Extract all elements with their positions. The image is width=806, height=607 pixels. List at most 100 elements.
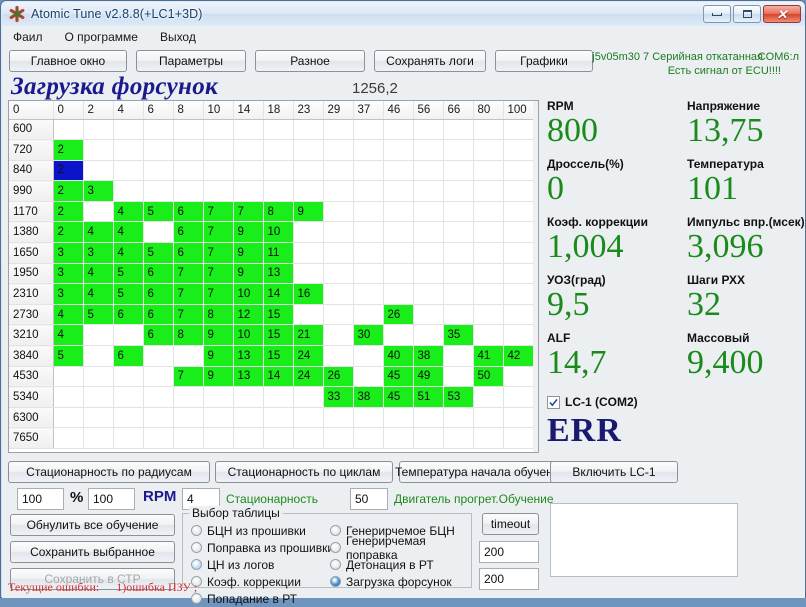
grid-cell-empty[interactable]: [473, 324, 504, 347]
grid-cell-empty[interactable]: [383, 201, 414, 223]
row-header[interactable]: 990: [9, 180, 54, 202]
grid-cell-empty[interactable]: [503, 304, 534, 326]
grid-cell-empty[interactable]: [413, 201, 444, 223]
grid-cell-filled[interactable]: 3: [53, 263, 84, 285]
grid-cell-filled[interactable]: 2: [53, 180, 84, 202]
grid-cell-empty[interactable]: [353, 407, 384, 429]
grid-cell-filled[interactable]: 9: [203, 366, 234, 388]
grid-cell-filled[interactable]: 4: [83, 263, 114, 285]
grid-cell-empty[interactable]: [413, 407, 444, 429]
grid-cell-filled[interactable]: 14: [263, 366, 294, 388]
grid-cell-empty[interactable]: [143, 427, 174, 449]
grid-cell-empty[interactable]: [323, 304, 354, 326]
row-header[interactable]: 720: [9, 139, 54, 161]
grid-cell-empty[interactable]: [173, 407, 204, 429]
grid-cell-empty[interactable]: [383, 221, 414, 244]
grid-cell-filled[interactable]: 4: [113, 221, 144, 244]
grid-cell-empty[interactable]: [173, 386, 204, 408]
grid-cell-empty[interactable]: [503, 242, 534, 264]
grid-cell-empty[interactable]: [443, 221, 474, 244]
radio-icon[interactable]: [191, 559, 202, 570]
grid-cell-empty[interactable]: [443, 304, 474, 326]
grid-cell-filled[interactable]: 5: [143, 242, 174, 264]
grid-cell-empty[interactable]: [293, 242, 324, 264]
grid-cell-filled[interactable]: 9: [203, 345, 234, 367]
grid-cell-empty[interactable]: [203, 119, 234, 141]
grid-cell-empty[interactable]: [413, 427, 444, 449]
grid-cell-filled[interactable]: 38: [413, 345, 444, 367]
menu-item-exit[interactable]: Выход: [158, 29, 198, 45]
row-header[interactable]: 2730: [9, 304, 54, 326]
grid-cell-filled[interactable]: 9: [203, 324, 234, 347]
grid-cell-empty[interactable]: [443, 407, 474, 429]
grid-cell-empty[interactable]: [53, 366, 84, 388]
grid-cell-empty[interactable]: [323, 407, 354, 429]
row-header[interactable]: 2310: [9, 283, 54, 305]
column-header[interactable]: 6: [143, 101, 174, 120]
radio-icon[interactable]: [330, 542, 341, 553]
grid-cell-empty[interactable]: [83, 119, 114, 141]
grid-cell-empty[interactable]: [263, 386, 294, 408]
grid-cell-empty[interactable]: [53, 407, 84, 429]
grid-cell-empty[interactable]: [143, 119, 174, 141]
radio-correction-coefficients[interactable]: Коэф. коррекции: [191, 573, 334, 590]
grid-cell-empty[interactable]: [353, 139, 384, 161]
grid-cell-empty[interactable]: [233, 139, 264, 161]
grid-cell-empty[interactable]: [473, 119, 504, 141]
grid-cell-empty[interactable]: [503, 119, 534, 141]
grid-cell-empty[interactable]: [443, 119, 474, 141]
grid-cell-empty[interactable]: [443, 180, 474, 202]
grid-cell-empty[interactable]: [203, 160, 234, 182]
grid-cell-empty[interactable]: [83, 407, 114, 429]
column-header[interactable]: 18: [263, 101, 294, 120]
grid-cell-filled[interactable]: 6: [113, 345, 144, 367]
grid-cell-filled[interactable]: 24: [293, 366, 324, 388]
grid-cell-empty[interactable]: [443, 160, 474, 182]
checkmark-icon[interactable]: [547, 395, 560, 409]
grid-cell-empty[interactable]: [263, 139, 294, 161]
grid-cell-filled[interactable]: 4: [83, 221, 114, 244]
grid-cell-empty[interactable]: [113, 119, 144, 141]
grid-cell-empty[interactable]: [83, 160, 114, 182]
column-header[interactable]: 29: [323, 101, 354, 120]
radio-icon[interactable]: [330, 559, 341, 570]
grid-cell-filled[interactable]: 9: [233, 263, 264, 285]
row-header[interactable]: 3840: [9, 345, 54, 367]
grid-cell-empty[interactable]: [323, 160, 354, 182]
grid-cell-filled[interactable]: 2: [53, 139, 84, 161]
grid-cell-filled[interactable]: 13: [233, 345, 264, 367]
grid-cell-empty[interactable]: [263, 160, 294, 182]
grid-cell-empty[interactable]: [323, 242, 354, 264]
grid-cell-empty[interactable]: [383, 242, 414, 264]
grid-cell-empty[interactable]: [143, 386, 174, 408]
grid-cell-filled[interactable]: 10: [263, 221, 294, 244]
grid-cell-empty[interactable]: [413, 304, 444, 326]
button-misc[interactable]: Разное: [255, 50, 365, 72]
grid-cell-empty[interactable]: [173, 180, 204, 202]
grid-cell-empty[interactable]: [143, 221, 174, 244]
grid-cell-empty[interactable]: [263, 180, 294, 202]
grid-cell-empty[interactable]: [263, 427, 294, 449]
grid-cell-empty[interactable]: [113, 160, 144, 182]
grid-cell-empty[interactable]: [383, 119, 414, 141]
grid-cell-filled[interactable]: 40: [383, 345, 414, 367]
grid-cell-filled[interactable]: 13: [233, 366, 264, 388]
grid-cell-filled[interactable]: 50: [473, 366, 504, 388]
grid-cell-empty[interactable]: [383, 263, 414, 285]
grid-cell-filled[interactable]: 41: [473, 345, 504, 367]
grid-cell-empty[interactable]: [233, 386, 264, 408]
grid-cell-filled[interactable]: 3: [53, 242, 84, 264]
grid-cell-empty[interactable]: [473, 201, 504, 223]
grid-cell-filled[interactable]: 8: [263, 201, 294, 223]
column-header[interactable]: 46: [383, 101, 414, 120]
grid-cell-empty[interactable]: [503, 160, 534, 182]
radio-icon[interactable]: [330, 525, 341, 536]
grid-cell-filled[interactable]: 4: [113, 201, 144, 223]
grid-cell-empty[interactable]: [503, 386, 534, 408]
grid-cell-filled[interactable]: 10: [233, 324, 264, 347]
column-header[interactable]: 0: [53, 101, 84, 120]
grid-cell-empty[interactable]: [353, 119, 384, 141]
grid-cell-filled[interactable]: 9: [233, 242, 264, 264]
column-header[interactable]: 10: [203, 101, 234, 120]
grid-cell-filled[interactable]: 6: [143, 304, 174, 326]
